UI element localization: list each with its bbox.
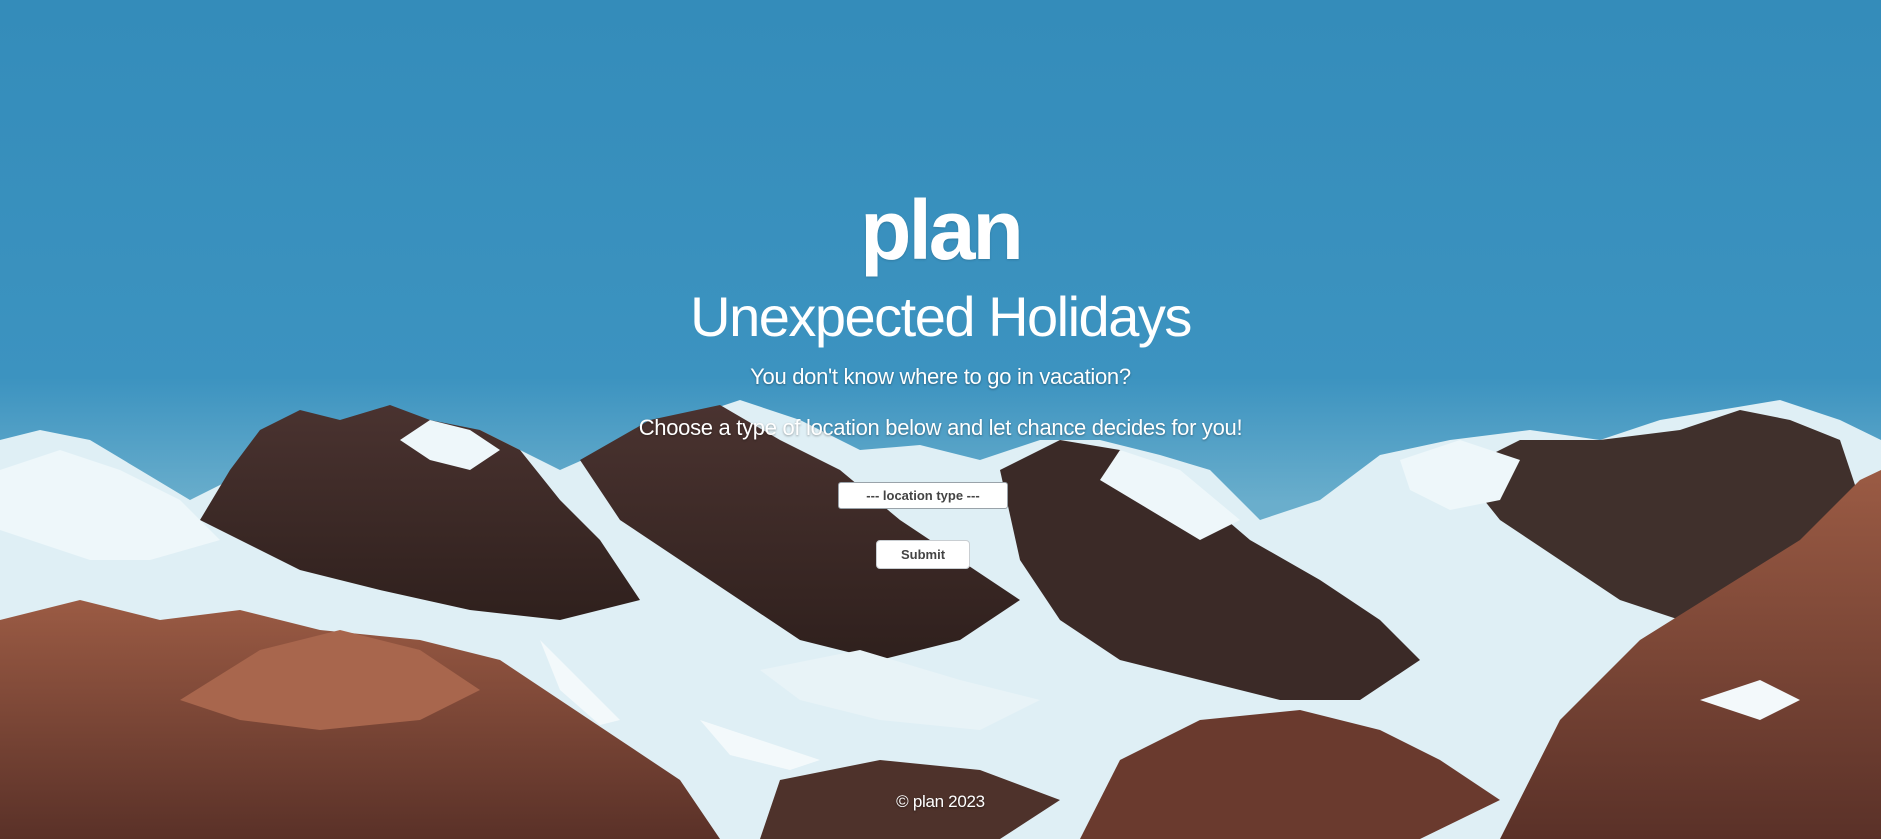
submit-button[interactable]: Submit: [876, 540, 970, 569]
logo-text: plan: [860, 183, 1024, 277]
page-title: Unexpected Holidays: [690, 285, 1192, 348]
location-type-select[interactable]: --- location type ---: [838, 482, 1008, 509]
footer-copyright: © plan 2023: [896, 792, 985, 811]
location-type-select-value: --- location type ---: [866, 488, 980, 503]
tagline-question: You don't know where to go in vacation?: [750, 364, 1131, 389]
tagline-instruction: Choose a type of location below and let …: [638, 415, 1243, 440]
